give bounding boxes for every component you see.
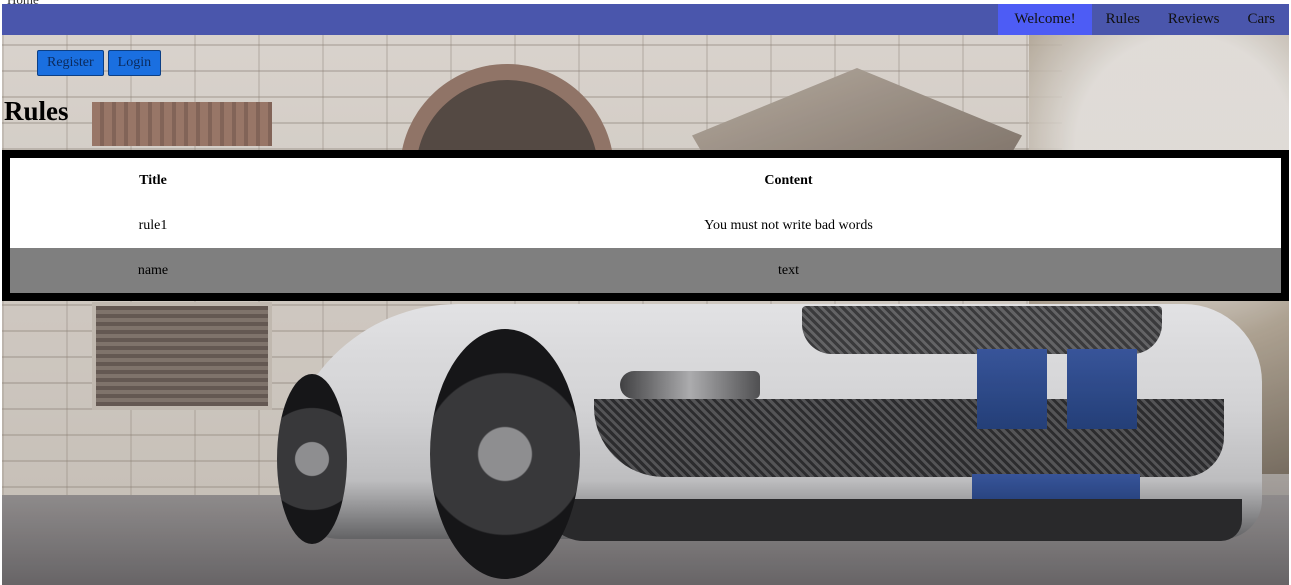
site-brand[interactable]: Home bbox=[7, 0, 39, 8]
auth-buttons: Register Login bbox=[37, 50, 162, 76]
column-header-title: Title bbox=[139, 172, 167, 188]
table-row: name text bbox=[6, 248, 1285, 297]
rules-table: Title Content rule1 You must not write b… bbox=[2, 150, 1289, 301]
rule-content-cell: text bbox=[296, 248, 1285, 297]
nav-link-rules[interactable]: Rules bbox=[1092, 4, 1154, 35]
navbar: Home Welcome! Rules Reviews Cars bbox=[2, 0, 1289, 35]
login-button[interactable]: Login bbox=[107, 50, 162, 76]
nav-link-welcome[interactable]: Welcome! bbox=[998, 4, 1092, 35]
nav-menu: Welcome! Rules Reviews Cars bbox=[998, 4, 1289, 35]
page-title: Rules bbox=[4, 96, 69, 126]
table-header-row: Title Content bbox=[6, 154, 1285, 203]
nav-link-reviews[interactable]: Reviews bbox=[1154, 4, 1234, 35]
column-header-content: Content bbox=[764, 172, 813, 188]
rule-title-cell: rule1 bbox=[138, 217, 168, 233]
table-row: rule1 You must not write bad words bbox=[6, 203, 1285, 248]
register-button[interactable]: Register bbox=[37, 50, 104, 76]
rule-title-cell: name bbox=[6, 248, 296, 297]
nav-link-cars[interactable]: Cars bbox=[1234, 4, 1290, 35]
rule-content-cell: You must not write bad words bbox=[704, 217, 873, 233]
